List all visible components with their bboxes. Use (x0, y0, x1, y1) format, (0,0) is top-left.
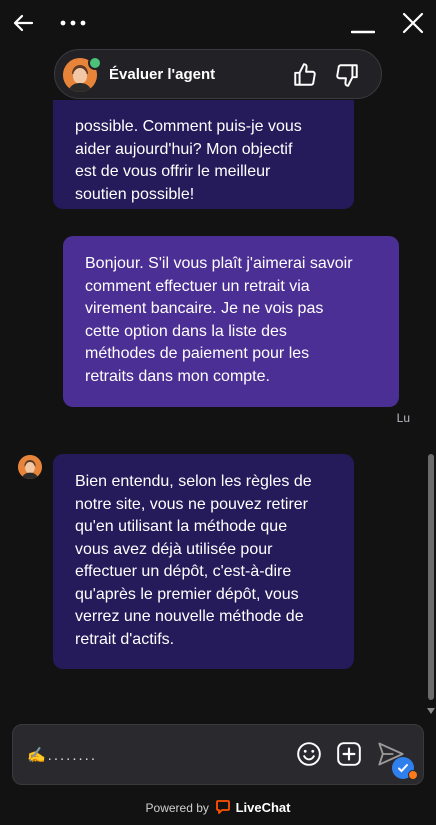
minimize-button[interactable] (348, 8, 378, 38)
minimize-icon (351, 30, 375, 34)
message-line: méthodes de paiement pour les (85, 345, 310, 362)
message-line: comment effectuer un retrait via (85, 277, 310, 295)
message-line: verrez une nouvelle méthode de (75, 608, 304, 625)
thumbs-down-icon (336, 64, 358, 87)
message-line: qu'après le premier dépôt, vous (75, 585, 299, 603)
agent-message: Bien entendu, selon les règles de notre … (53, 454, 354, 669)
close-icon (402, 12, 424, 34)
more-dots-icon (60, 20, 86, 26)
thumbs-up-button[interactable] (291, 61, 319, 89)
thumbs-up-icon (294, 63, 316, 86)
plus-square-icon (337, 742, 361, 766)
message-composer[interactable]: ✍........ (12, 724, 424, 785)
message-line: retrait d'actifs. (75, 630, 175, 648)
message-line: est de vous offrir le meilleur (75, 163, 271, 180)
message-line: possible. Comment puis-je vous (75, 118, 302, 135)
emoji-icon (297, 742, 321, 766)
online-status-dot (88, 56, 102, 70)
menu-button[interactable] (58, 8, 88, 38)
livechat-brand: LiveChat (235, 800, 291, 815)
scroll-down-arrow-icon[interactable] (427, 708, 435, 714)
message-line: cette option dans la liste des (85, 322, 287, 340)
message-line: notre site, vous ne pouvez retirer (75, 495, 309, 513)
agent-avatar (18, 455, 42, 479)
message-line: virement bancaire. Je ne vois pas (85, 300, 324, 317)
message-line: Bien entendu, selon les règles de (75, 473, 312, 490)
arrow-left-icon (13, 14, 34, 32)
powered-by-footer[interactable]: Powered by LiveChat (0, 800, 436, 815)
attach-button[interactable] (335, 740, 363, 768)
notification-dot (408, 770, 418, 780)
message-input[interactable]: ✍........ (27, 746, 97, 764)
chat-transcript[interactable]: possible. Comment puis-je vous aider auj… (0, 100, 424, 720)
thumbs-down-button[interactable] (333, 61, 361, 89)
message-line: Bonjour. S'il vous plaît j'aimerai savoi… (85, 255, 353, 272)
check-icon (398, 764, 408, 773)
back-button[interactable] (8, 8, 38, 38)
rate-agent-bar: Évaluer l'agent (54, 49, 382, 99)
scrollbar-thumb[interactable] (428, 454, 434, 700)
livechat-logo-icon (216, 800, 231, 814)
message-line: retraits dans mon compte. (85, 367, 270, 385)
agent-message: possible. Comment puis-je vous aider auj… (53, 100, 354, 209)
chat-scrollbar[interactable] (426, 46, 436, 720)
read-status: Lu (396, 411, 410, 425)
message-line: vous avez déjà utilisée pour (75, 540, 273, 558)
user-message: Bonjour. S'il vous plaît j'aimerai savoi… (63, 236, 399, 407)
message-line: soutien possible! (75, 185, 195, 203)
close-button[interactable] (398, 8, 428, 38)
emoji-button[interactable] (295, 740, 323, 768)
message-line: aider aujourd'hui? Mon objectif (75, 140, 293, 158)
message-line: effectuer un dépôt, c'est-à-dire (75, 563, 292, 580)
rate-agent-title: Évaluer l'agent (109, 66, 216, 83)
top-bar (0, 0, 436, 46)
powered-by-label: Powered by (145, 801, 209, 815)
agent-face-icon (18, 455, 42, 479)
message-line: qu'en utilisant la méthode que (75, 518, 288, 535)
